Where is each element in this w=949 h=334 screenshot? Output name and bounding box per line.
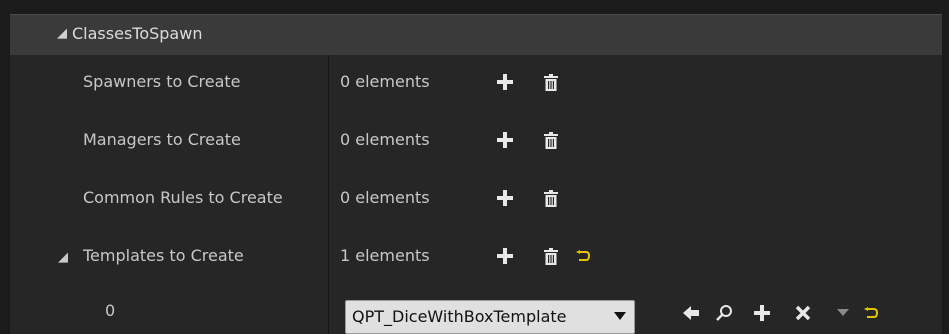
details-panel: ◢ ClassesToSpawn Spawners to Create 0 el… <box>0 0 949 334</box>
trash-icon[interactable] <box>540 244 562 268</box>
plus-icon[interactable] <box>751 301 773 325</box>
search-icon[interactable] <box>714 301 736 325</box>
property-grid: ◢ ClassesToSpawn Spawners to Create 0 el… <box>10 14 942 334</box>
trash-icon[interactable] <box>540 70 562 94</box>
array-count: 0 elements <box>340 130 430 149</box>
plus-icon[interactable] <box>494 70 516 94</box>
array-count: 0 elements <box>340 188 430 207</box>
trash-icon[interactable] <box>540 128 562 152</box>
category-title: ClassesToSpawn <box>72 24 203 43</box>
array-element-row: 0 QPT_DiceWithBoxTemplate <box>10 287 942 334</box>
property-row-spawners: Spawners to Create 0 elements <box>10 55 942 113</box>
property-row-templates: ◢ Templates to Create 1 elements <box>10 229 942 287</box>
property-label: Spawners to Create <box>83 72 241 91</box>
close-icon[interactable] <box>792 301 814 325</box>
array-count: 1 elements <box>340 246 430 265</box>
array-count: 0 elements <box>340 72 430 91</box>
class-picker-combo[interactable]: QPT_DiceWithBoxTemplate <box>345 300 635 334</box>
class-picker-value: QPT_DiceWithBoxTemplate <box>352 307 567 326</box>
array-index: 0 <box>105 301 116 320</box>
collapse-triangle-icon[interactable]: ◢ <box>57 26 67 41</box>
collapse-triangle-icon[interactable]: ◢ <box>58 250 68 265</box>
trash-icon[interactable] <box>540 186 562 210</box>
category-classes-to-spawn[interactable]: ◢ ClassesToSpawn <box>10 14 942 55</box>
reset-to-default-icon[interactable] <box>860 301 882 325</box>
property-row-managers: Managers to Create 0 elements <box>10 113 942 171</box>
triangle-down-icon <box>614 312 626 320</box>
property-label: Managers to Create <box>83 130 241 149</box>
triangle-down-icon[interactable] <box>832 301 854 325</box>
plus-icon[interactable] <box>494 244 516 268</box>
property-row-common-rules: Common Rules to Create 0 elements <box>10 171 942 229</box>
plus-icon[interactable] <box>494 186 516 210</box>
plus-icon[interactable] <box>494 128 516 152</box>
property-label: Templates to Create <box>83 246 244 265</box>
property-label: Common Rules to Create <box>83 188 283 207</box>
arrow-left-icon[interactable] <box>680 301 702 325</box>
reset-to-default-icon[interactable] <box>572 244 594 268</box>
